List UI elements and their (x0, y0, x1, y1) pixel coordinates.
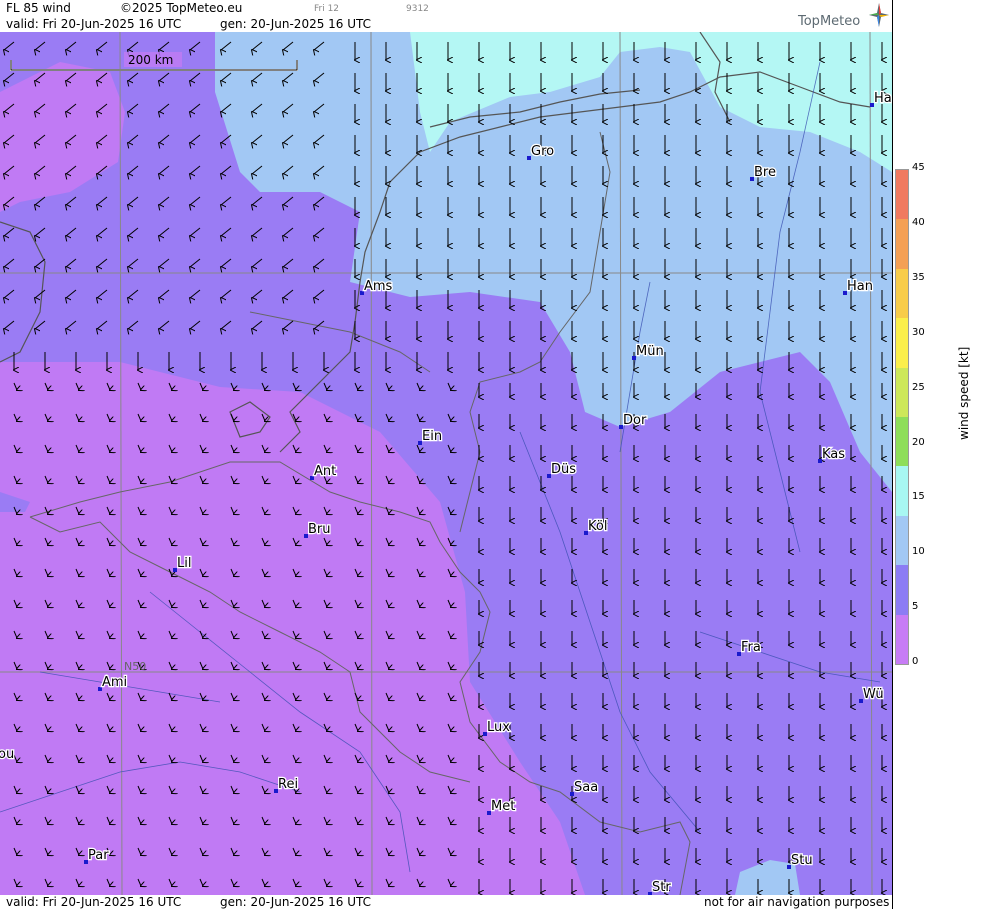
colorbar-tick: 5 (912, 601, 919, 613)
header-bar: FL 85 wind ©2025 TopMeteo.eu Fri 12 9312… (0, 0, 892, 32)
city-label: Bru (308, 522, 331, 537)
city-label: Bre (754, 165, 776, 180)
colorbar-tick: 30 (912, 326, 925, 338)
topmeteo-logo-icon (869, 3, 889, 27)
city-label: Lil (177, 556, 191, 571)
city-label: Gro (531, 144, 554, 159)
footer-disclaimer: not for air navigation purposes (704, 895, 890, 909)
day-small: Fri 12 (314, 4, 340, 14)
city-label: Par (88, 848, 109, 863)
valid-time: valid: Fri 20-Jun-2025 16 UTC (6, 17, 182, 31)
footer-gen: gen: 20-Jun-2025 16 UTC (220, 895, 372, 909)
colorbar-segment (896, 367, 908, 417)
colorbar-tick: 45 (912, 162, 925, 173)
colorbar-tick: 35 (912, 271, 925, 283)
city-label: Str (652, 880, 671, 895)
colorbar-tick: 10 (912, 546, 925, 558)
wind-map[interactable]: 200 km N50 Ha Gro Bre Ams Han Mün Ein Dor Düs Kas… (0, 32, 892, 895)
city-label: Ams (364, 279, 393, 294)
generated-time: gen: 20-Jun-2025 16 UTC (220, 17, 372, 31)
city-label: Rei (278, 777, 298, 792)
wind-speed-colorbar (895, 169, 909, 665)
copyright: ©2025 TopMeteo.eu (120, 1, 243, 15)
colorbar-tick: 0 (912, 656, 919, 668)
city-label: Köl (588, 519, 607, 534)
colorbar-segment (896, 219, 908, 269)
footer-valid: valid: Fri 20-Jun-2025 16 UTC (6, 895, 182, 909)
city-label: Mün (636, 344, 664, 359)
city-label: Lux (487, 720, 510, 735)
city-label: Ein (422, 429, 442, 444)
scale-label: 200 km (128, 53, 173, 67)
city-label: Met (491, 799, 515, 814)
colorbar-segment (896, 268, 908, 319)
city-label: Han (847, 279, 873, 294)
city-label: Düs (551, 462, 576, 477)
colorbar-segment (896, 417, 908, 467)
city-label: Kas (822, 447, 845, 462)
code-small: 9312 (406, 4, 429, 14)
colorbar-segment (896, 318, 908, 368)
colorbar-tick: 20 (912, 436, 925, 448)
lat-label: N50 (124, 660, 146, 673)
map-title: FL 85 wind (6, 1, 71, 15)
colorbar-segment (896, 614, 908, 664)
city-label: ou (0, 747, 14, 762)
topmeteo-logo-text[interactable]: TopMeteo (798, 14, 860, 29)
colorbar-segment (896, 565, 908, 615)
colorbar-segment (896, 170, 908, 220)
city-label: Ha (874, 91, 892, 106)
colorbar-tick: 15 (912, 491, 925, 503)
city-label: Dor (623, 413, 647, 428)
colorbar-tick: 40 (912, 216, 925, 228)
colorbar-label: wind speed [kt] (957, 346, 971, 440)
city-label: Ami (102, 675, 127, 690)
city-label: Fra (741, 640, 761, 655)
colorbar-tick: 25 (912, 381, 925, 393)
city-label: Saa (574, 780, 598, 795)
colorbar-segment (896, 466, 908, 516)
city-label: Ant (314, 464, 336, 479)
colorbar-segment (896, 515, 908, 566)
city-label: Wü (863, 687, 884, 702)
footer-bar: valid: Fri 20-Jun-2025 16 UTC gen: 20-Ju… (0, 895, 892, 909)
city-label: Stu (791, 853, 813, 868)
